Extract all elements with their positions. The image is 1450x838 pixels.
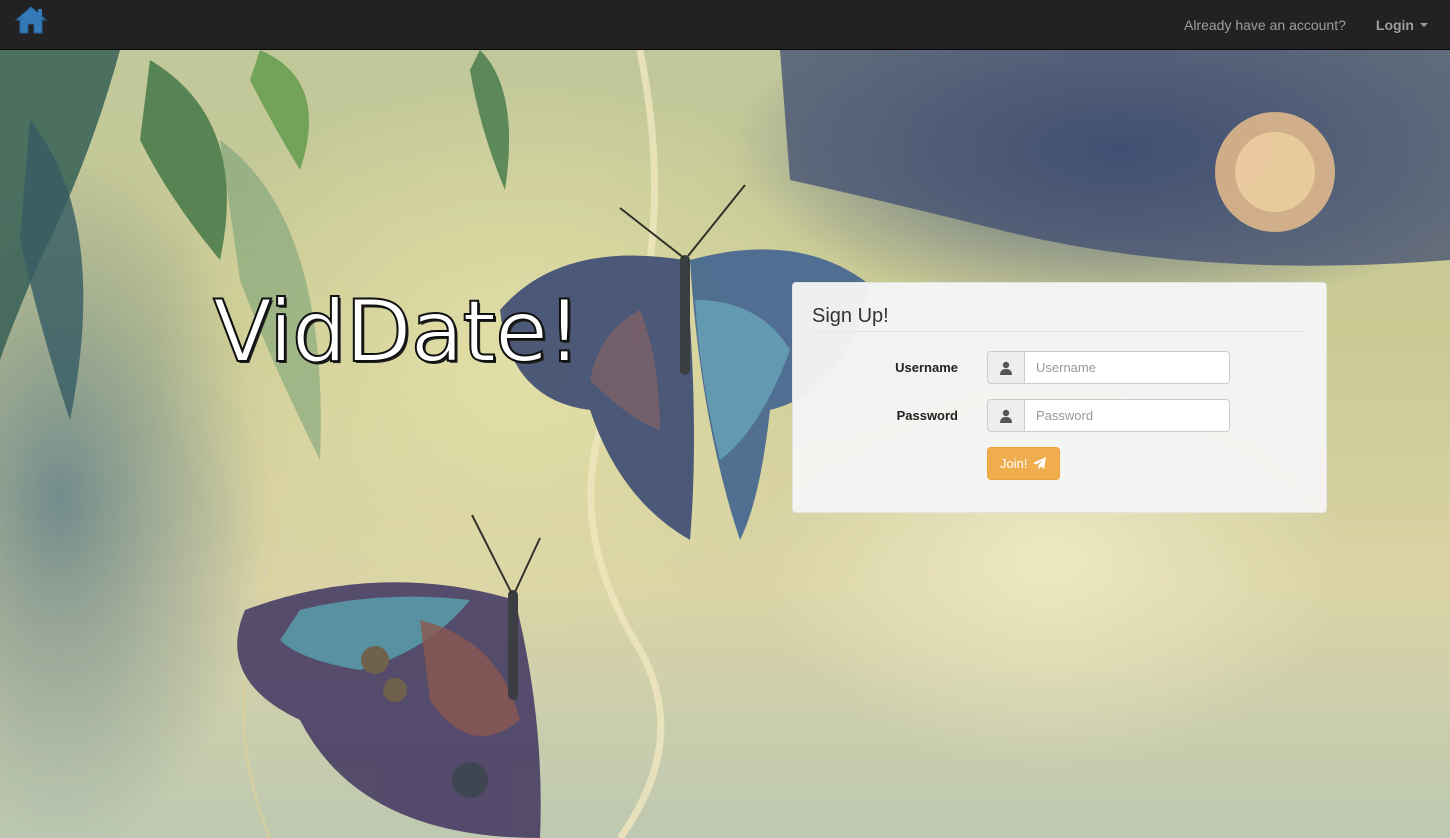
top-navbar: Already have an account? Login <box>0 0 1450 50</box>
account-prompt: Already have an account? <box>1184 17 1346 33</box>
title-divider <box>812 331 1307 332</box>
home-link[interactable] <box>14 4 50 38</box>
username-group <box>987 351 1230 384</box>
paper-plane-icon <box>1033 457 1047 470</box>
join-button[interactable]: Join! <box>987 447 1061 480</box>
login-dropdown[interactable]: Login <box>1376 17 1428 33</box>
brand-title: VidDate! <box>212 281 582 383</box>
user-icon <box>987 351 1024 384</box>
username-input[interactable] <box>1024 351 1230 384</box>
join-label: Join! <box>1000 456 1028 471</box>
login-label: Login <box>1375 17 1414 33</box>
password-group <box>987 399 1230 432</box>
caret-down-icon <box>1420 23 1428 27</box>
username-label: Username <box>895 360 958 375</box>
signup-title: Sign Up! <box>812 305 889 327</box>
navbar-right: Already have an account? Login <box>1184 0 1428 50</box>
home-icon <box>14 6 48 34</box>
password-label: Password <box>896 408 958 423</box>
signup-panel: Sign Up! Username Password Join! <box>792 282 1327 513</box>
password-input[interactable] <box>1024 399 1230 432</box>
user-icon <box>987 399 1024 432</box>
